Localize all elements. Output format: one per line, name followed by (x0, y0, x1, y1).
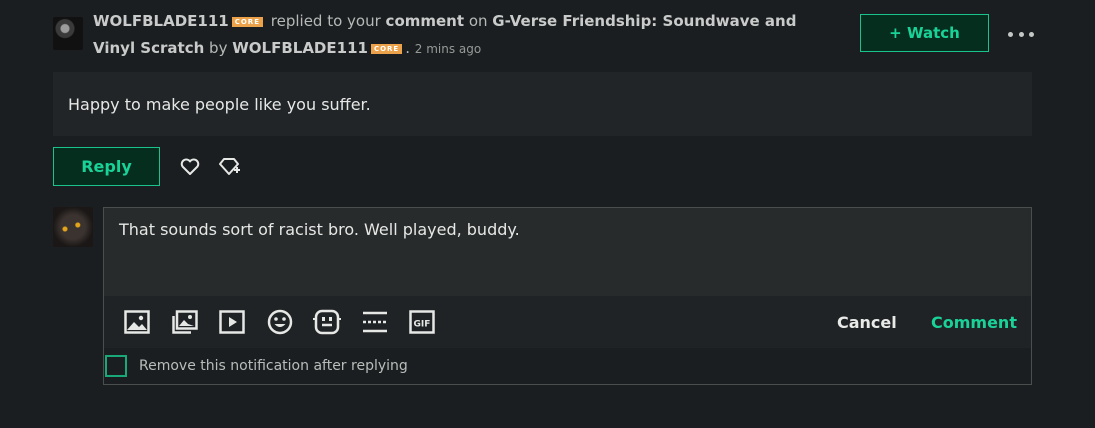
emoji-icon[interactable] (266, 308, 294, 336)
author-username[interactable]: WOLFBLADE111 (232, 39, 368, 57)
current-user-avatar[interactable] (53, 207, 93, 247)
core-badge: CORE (231, 16, 263, 27)
gif-icon[interactable]: GIF (408, 308, 436, 336)
reply-button[interactable]: Reply (53, 147, 160, 186)
submit-comment-button[interactable]: Comment (931, 296, 1017, 348)
by-text: by (209, 39, 228, 57)
comment-text: Happy to make people like you suffer. (68, 94, 371, 114)
gallery-icon[interactable] (171, 308, 199, 336)
actor-username[interactable]: WOLFBLADE111 (93, 12, 229, 30)
award-gem-icon[interactable] (219, 156, 241, 178)
divider-icon[interactable] (361, 308, 389, 336)
watch-button[interactable]: + Watch (860, 14, 989, 52)
video-icon[interactable] (218, 308, 246, 336)
favourite-heart-icon[interactable] (179, 156, 201, 178)
more-options-icon[interactable] (1008, 24, 1034, 44)
reply-textarea[interactable]: That sounds sort of racist bro. Well pla… (104, 208, 1031, 296)
core-badge: CORE (370, 43, 403, 54)
original-comment: Happy to make people like you suffer. (53, 72, 1032, 136)
image-icon[interactable] (123, 308, 151, 336)
remove-notification-label[interactable]: Remove this notification after replying (139, 358, 408, 374)
emoticon-icon[interactable] (313, 308, 341, 336)
reply-editor: That sounds sort of racist bro. Well pla… (103, 207, 1032, 385)
remove-notification-checkbox[interactable] (105, 355, 127, 377)
comment-link[interactable]: comment (386, 12, 464, 30)
actor-avatar[interactable] (53, 17, 83, 50)
on-text: on (468, 12, 488, 30)
notification-header: WOLFBLADE111 CORE replied to your comment… (93, 12, 797, 57)
editor-toolbar: GIF Cancel Comment (104, 296, 1031, 348)
cancel-button[interactable]: Cancel (837, 296, 897, 348)
svg-text:GIF: GIF (414, 320, 431, 330)
remove-notification-row: Remove this notification after replying (104, 348, 1031, 384)
timestamp[interactable]: 2 mins ago (415, 42, 481, 56)
action-text: replied to your (270, 12, 381, 30)
